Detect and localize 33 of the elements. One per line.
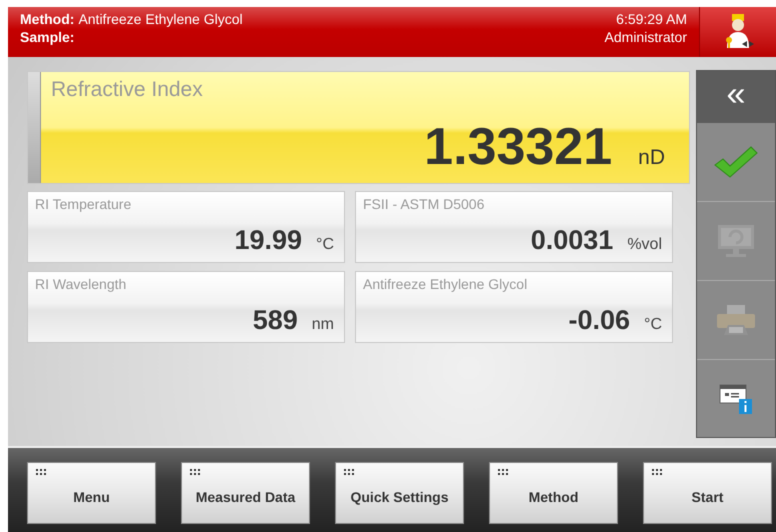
grid-icon — [190, 469, 200, 475]
nav-button[interactable]: Measured Data — [181, 462, 310, 524]
result-value: 0.0031 — [530, 225, 614, 256]
nav-button[interactable]: Method — [489, 462, 618, 524]
result-unit: nm — [312, 316, 334, 334]
user-name: Administrator — [604, 29, 687, 45]
result-value: -0.06 — [568, 305, 630, 336]
nav-button[interactable]: Menu — [27, 462, 156, 524]
result-label: Antifreeze Ethylene Glycol — [363, 276, 528, 292]
result-value: 1.33321 — [424, 121, 612, 173]
result-label: FSII - ASTM D5006 — [363, 196, 486, 212]
result-value: 19.99 — [234, 225, 302, 256]
sample-label: Sample: — [20, 29, 74, 45]
clock-time: 6:59:29 AM — [616, 11, 687, 27]
result-label: RI Temperature — [35, 196, 132, 212]
result-unit: nD — [638, 146, 665, 170]
grid-icon — [344, 469, 354, 475]
check-icon[interactable] — [713, 145, 759, 179]
method-name: Antifreeze Ethylene Glycol — [78, 11, 243, 27]
result-label: Refractive Index — [51, 78, 204, 102]
result-unit: °C — [316, 236, 334, 254]
result-label: RI Wavelength — [35, 276, 128, 292]
grid-icon — [498, 469, 508, 475]
collapse-button[interactable]: « — [697, 71, 775, 123]
nav-button[interactable]: Start — [643, 462, 772, 524]
method-label: Method: — [20, 11, 74, 27]
result-unit: %vol — [627, 236, 662, 254]
grid-icon — [36, 469, 46, 475]
grid-icon — [652, 469, 662, 475]
result-unit: °C — [644, 316, 662, 334]
result-value: 589 — [252, 305, 298, 336]
info-card-icon[interactable] — [719, 382, 753, 414]
nav-button[interactable]: Quick Settings — [335, 462, 464, 524]
